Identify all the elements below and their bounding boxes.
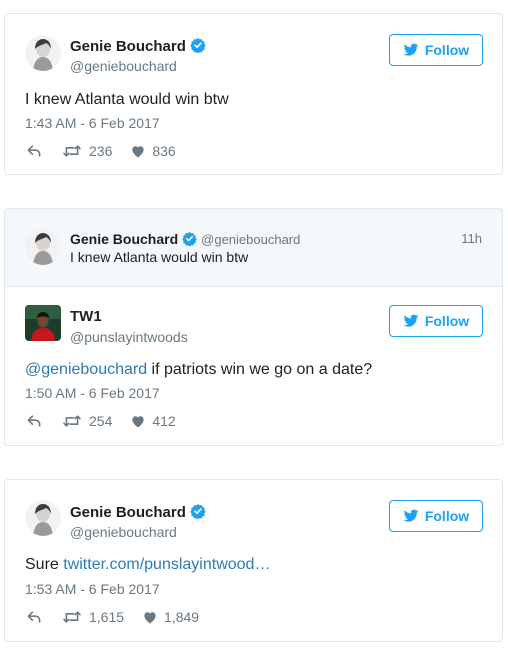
like-count: 412 <box>152 413 176 429</box>
tweet-text: I knew Atlanta would win btw <box>25 91 229 108</box>
author-name-text[interactable]: Genie Bouchard <box>70 38 186 55</box>
follow-button[interactable]: Follow <box>389 305 483 337</box>
heart-icon <box>130 413 146 429</box>
retweet-count: 1,615 <box>89 609 125 625</box>
tweet-text: Sure twitter.com/punslayintwood… <box>25 556 270 574</box>
tweet-timestamp[interactable]: 1:53 AM - 6 Feb 2017 <box>25 581 160 597</box>
tweet-link[interactable]: twitter.com/punslayintwood… <box>63 556 270 573</box>
quoted-time[interactable]: 11h <box>461 231 482 246</box>
author-name-text[interactable]: Genie Bouchard <box>70 504 186 521</box>
avatar[interactable] <box>25 35 61 71</box>
author-name[interactable]: Genie Bouchard <box>70 503 206 521</box>
quoted-author-handle[interactable]: @geniebouchard <box>201 232 300 247</box>
reply-button[interactable] <box>25 609 43 625</box>
tweet-card: Genie Bouchard @geniebouchard 11h I knew … <box>4 208 503 446</box>
follow-button[interactable]: Follow <box>389 34 483 66</box>
author-handle[interactable]: @geniebouchard <box>70 58 177 74</box>
reply-button[interactable] <box>25 413 43 429</box>
retweet-icon <box>61 609 83 625</box>
heart-icon <box>142 609 158 625</box>
retweet-icon <box>61 413 83 429</box>
tweet-text-body: Sure <box>25 556 64 573</box>
verified-icon <box>190 37 206 53</box>
quoted-author[interactable]: Genie Bouchard @geniebouchard <box>70 231 300 247</box>
retweet-button[interactable]: 254 <box>61 413 112 429</box>
tweet-actions: 254 412 <box>25 413 176 429</box>
quoted-author-name[interactable]: Genie Bouchard <box>70 231 178 247</box>
retweet-button[interactable]: 236 <box>61 143 112 159</box>
avatar[interactable] <box>25 500 61 536</box>
retweet-button[interactable]: 1,615 <box>61 609 124 625</box>
reply-button[interactable] <box>25 143 43 159</box>
twitter-bird-icon <box>403 313 419 329</box>
author-name[interactable]: Genie Bouchard <box>70 37 206 55</box>
follow-label: Follow <box>424 42 470 58</box>
mention-link[interactable]: @geniebouchard <box>25 361 147 378</box>
verified-icon <box>190 503 206 519</box>
author-handle[interactable]: @punslayintwoods <box>70 329 188 345</box>
follow-label: Follow <box>424 313 470 329</box>
quoted-text: I knew Atlanta would win btw <box>70 249 249 265</box>
like-count: 836 <box>152 143 176 159</box>
retweet-count: 254 <box>89 413 113 429</box>
like-button[interactable]: 1,849 <box>142 609 199 625</box>
like-count: 1,849 <box>164 609 200 625</box>
tweet-timestamp[interactable]: 1:50 AM - 6 Feb 2017 <box>25 385 160 401</box>
author-name[interactable]: TW1 <box>70 308 102 325</box>
reply-icon <box>25 413 43 429</box>
quoted-tweet[interactable]: Genie Bouchard @geniebouchard 11h I knew … <box>5 209 502 287</box>
tweet-card: Genie Bouchard @geniebouchard Follow Sur… <box>4 479 503 642</box>
follow-button[interactable]: Follow <box>389 500 483 532</box>
heart-icon <box>130 143 146 159</box>
twitter-bird-icon <box>403 42 419 58</box>
reply-icon <box>25 609 43 625</box>
tweet-card: Genie Bouchard @geniebouchard Follow I k… <box>4 13 503 175</box>
tweet-text-body: if patriots win we go on a date? <box>147 361 373 378</box>
like-button[interactable]: 836 <box>130 143 176 159</box>
tweet-timestamp[interactable]: 1:43 AM - 6 Feb 2017 <box>25 115 160 131</box>
twitter-bird-icon <box>403 508 419 524</box>
reply-icon <box>25 143 43 159</box>
tweet-actions: 236 836 <box>25 143 176 159</box>
tweet-text: @geniebouchard if patriots win we go on … <box>25 361 372 379</box>
retweet-icon <box>61 143 83 159</box>
verified-icon <box>182 231 197 246</box>
tweet-actions: 1,615 1,849 <box>25 609 199 625</box>
quoted-avatar[interactable] <box>25 229 61 265</box>
like-button[interactable]: 412 <box>130 413 176 429</box>
retweet-count: 236 <box>89 143 113 159</box>
author-handle[interactable]: @geniebouchard <box>70 524 177 540</box>
follow-label: Follow <box>424 508 470 524</box>
avatar[interactable] <box>25 305 61 341</box>
